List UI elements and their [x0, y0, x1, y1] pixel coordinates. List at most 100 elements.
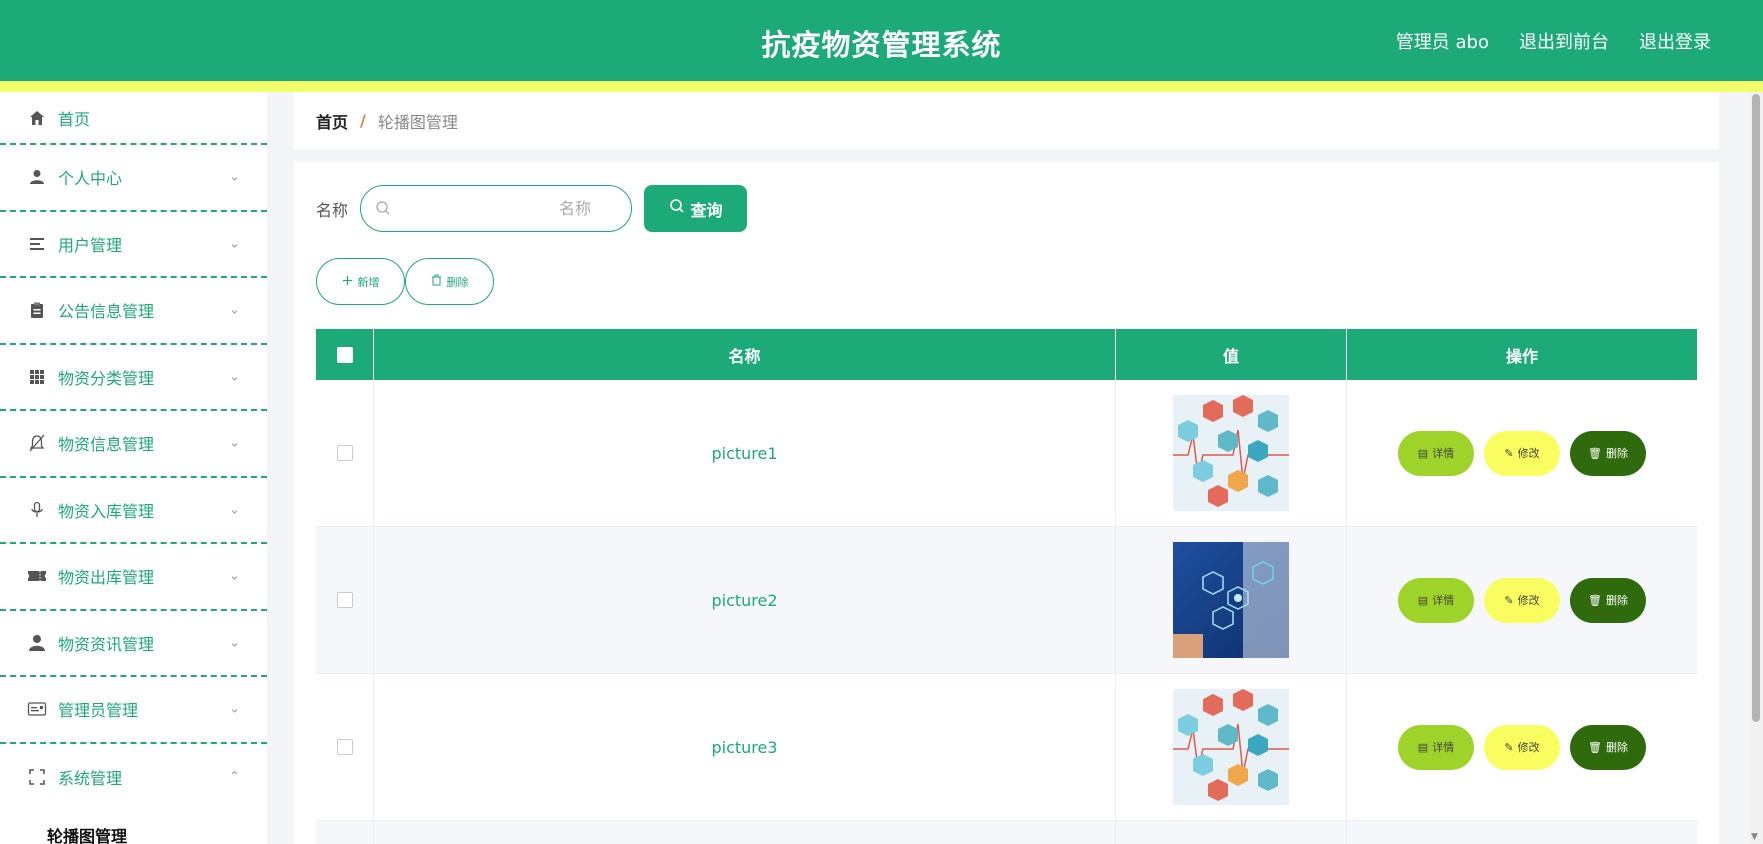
- sidebar-item-label: 用户管理: [58, 235, 123, 255]
- table-row: picture2 ▤ 详情 ✎ 修改 🗑 删除: [316, 527, 1697, 674]
- scrollbar-thumb[interactable]: [1752, 94, 1760, 722]
- logout-link[interactable]: 退出登录: [1639, 28, 1711, 54]
- row-actions-cell: [1347, 821, 1697, 844]
- chevron-down-icon: ⌄: [229, 502, 240, 518]
- sidebar-item-label: 公告信息管理: [58, 302, 155, 322]
- grid-icon: [27, 367, 47, 387]
- table-row: picture1 ▤ 详情 ✎ 修改 🗑 删除: [316, 380, 1697, 527]
- chevron-down-icon: ⌄: [229, 435, 240, 451]
- table-header: 名称 值 操作: [316, 329, 1697, 380]
- carousel-image-thumbnail[interactable]: [1173, 542, 1289, 658]
- sidebar-item-notices[interactable]: 公告信息管理 ⌄: [0, 278, 267, 345]
- query-button[interactable]: 查询: [644, 185, 748, 232]
- search-input[interactable]: [401, 199, 612, 218]
- delete-button[interactable]: 🗑 删除: [1570, 577, 1646, 623]
- trash-icon: 🗑: [1588, 741, 1602, 754]
- sidebar-item-label: 个人中心: [58, 169, 123, 189]
- search-icon: [669, 198, 685, 219]
- sidebar-item-label: 物资资讯管理: [58, 634, 155, 654]
- column-header-value[interactable]: 值: [1116, 329, 1347, 380]
- chevron-down-icon: ⌄: [229, 302, 240, 318]
- column-header-actions: 操作: [1505, 346, 1538, 366]
- sidebar-item-categories[interactable]: 物资分类管理 ⌄: [0, 345, 267, 411]
- query-button-label: 查询: [690, 202, 723, 220]
- scroll-down-arrow-icon[interactable]: ▼: [1751, 832, 1758, 842]
- select-all-checkbox[interactable]: [336, 346, 353, 363]
- person-icon: [27, 633, 47, 653]
- chevron-down-icon: ⌄: [229, 169, 240, 185]
- row-select-cell: [316, 380, 374, 526]
- detail-button[interactable]: ▤ 详情: [1398, 724, 1474, 770]
- edit-label: 修改: [1517, 595, 1540, 607]
- carousel-table: 名称 值 操作 picture1 ▤ 详情 ✎ 修改 🗑 删除 picture2…: [316, 329, 1697, 844]
- row-name: picture1: [374, 380, 1116, 526]
- sidebar-item-news[interactable]: 物资资讯管理 ⌄: [0, 611, 267, 677]
- edit-button[interactable]: ✎ 修改: [1484, 724, 1560, 770]
- bell-off-icon: [27, 433, 47, 453]
- row-actions-cell: ▤ 详情 ✎ 修改 🗑 删除: [1347, 674, 1697, 820]
- row-select-cell: [316, 821, 374, 844]
- add-button-label: 新增: [357, 276, 380, 289]
- plus-icon: [342, 275, 353, 289]
- frame-icon: [27, 767, 47, 787]
- row-checkbox[interactable]: [336, 445, 353, 461]
- sidebar-item-outbound[interactable]: 物资出库管理 ⌄: [0, 544, 267, 611]
- sidebar-item-inbound[interactable]: 物资入库管理 ⌄: [0, 478, 267, 544]
- search-row: 名称 查询: [316, 185, 748, 232]
- delete-label: 删除: [1605, 742, 1628, 754]
- sidebar-item-profile[interactable]: 个人中心 ⌄: [0, 145, 267, 212]
- trash-icon: [431, 274, 442, 289]
- document-icon: ▤: [1417, 594, 1429, 607]
- add-button[interactable]: 新增: [316, 258, 405, 305]
- list-icon: [27, 234, 47, 254]
- admin-user-link[interactable]: 管理员 abo: [1396, 28, 1489, 54]
- sidebar-item-home[interactable]: 首页: [0, 92, 267, 145]
- edit-button[interactable]: ✎ 修改: [1484, 577, 1560, 623]
- edit-button[interactable]: ✎ 修改: [1484, 430, 1560, 476]
- sidebar-subitem-carousel[interactable]: 轮播图管理: [0, 810, 267, 844]
- sidebar-item-label: 系统管理: [58, 768, 123, 788]
- microphone-icon: [27, 500, 47, 520]
- sidebar-item-label: 物资信息管理: [58, 435, 155, 455]
- header-accent-stripe: [0, 81, 1763, 92]
- page-scrollbar[interactable]: ▼: [1749, 92, 1763, 844]
- detail-button[interactable]: ▤ 详情: [1398, 430, 1474, 476]
- document-icon: ▤: [1417, 741, 1429, 754]
- ticket-icon: [27, 566, 47, 586]
- exit-to-front-link[interactable]: 退出到前台: [1519, 28, 1609, 54]
- breadcrumb-current: 轮播图管理: [377, 112, 458, 132]
- trash-icon: 🗑: [1588, 447, 1602, 460]
- row-value-cell: [1116, 821, 1347, 844]
- breadcrumb-home[interactable]: 首页: [316, 109, 348, 133]
- chevron-down-icon: ⌄: [229, 635, 240, 651]
- chevron-down-icon: ⌄: [229, 701, 240, 717]
- row-actions-cell: ▤ 详情 ✎ 修改 🗑 删除: [1347, 380, 1697, 526]
- carousel-image-thumbnail[interactable]: [1173, 689, 1289, 805]
- home-icon: [27, 108, 47, 128]
- header-links: 管理员 abo 退出到前台 退出登录: [1396, 28, 1711, 54]
- sidebar-item-label: 物资入库管理: [58, 501, 155, 521]
- delete-label: 删除: [1605, 595, 1628, 607]
- sidebar-item-system[interactable]: 系统管理 ⌃: [0, 744, 267, 811]
- action-row: 新增 删除: [316, 258, 494, 305]
- delete-button[interactable]: 🗑 删除: [1570, 430, 1646, 476]
- carousel-image-thumbnail[interactable]: [1173, 395, 1289, 511]
- sidebar-item-label: 物资分类管理: [58, 368, 155, 388]
- search-field-wrapper: [360, 185, 633, 232]
- chevron-down-icon: ⌄: [229, 369, 240, 385]
- sidebar-item-admins[interactable]: 管理员管理 ⌄: [0, 677, 267, 744]
- delete-button[interactable]: 🗑 删除: [1570, 724, 1646, 770]
- search-icon: [375, 200, 391, 220]
- edit-label: 修改: [1517, 448, 1540, 460]
- sidebar-item-supplies[interactable]: 物资信息管理 ⌄: [0, 411, 267, 478]
- edit-label: 修改: [1517, 742, 1540, 754]
- sidebar-item-users[interactable]: 用户管理 ⌄: [0, 212, 267, 278]
- row-name: picture3: [374, 674, 1116, 820]
- row-checkbox[interactable]: [336, 739, 353, 755]
- detail-button[interactable]: ▤ 详情: [1398, 577, 1474, 623]
- row-actions-cell: ▤ 详情 ✎ 修改 🗑 删除: [1347, 527, 1697, 673]
- row-value-cell: [1116, 527, 1347, 673]
- batch-delete-button[interactable]: 删除: [405, 258, 494, 305]
- row-checkbox[interactable]: [336, 592, 353, 608]
- column-header-name[interactable]: 名称: [374, 329, 1116, 380]
